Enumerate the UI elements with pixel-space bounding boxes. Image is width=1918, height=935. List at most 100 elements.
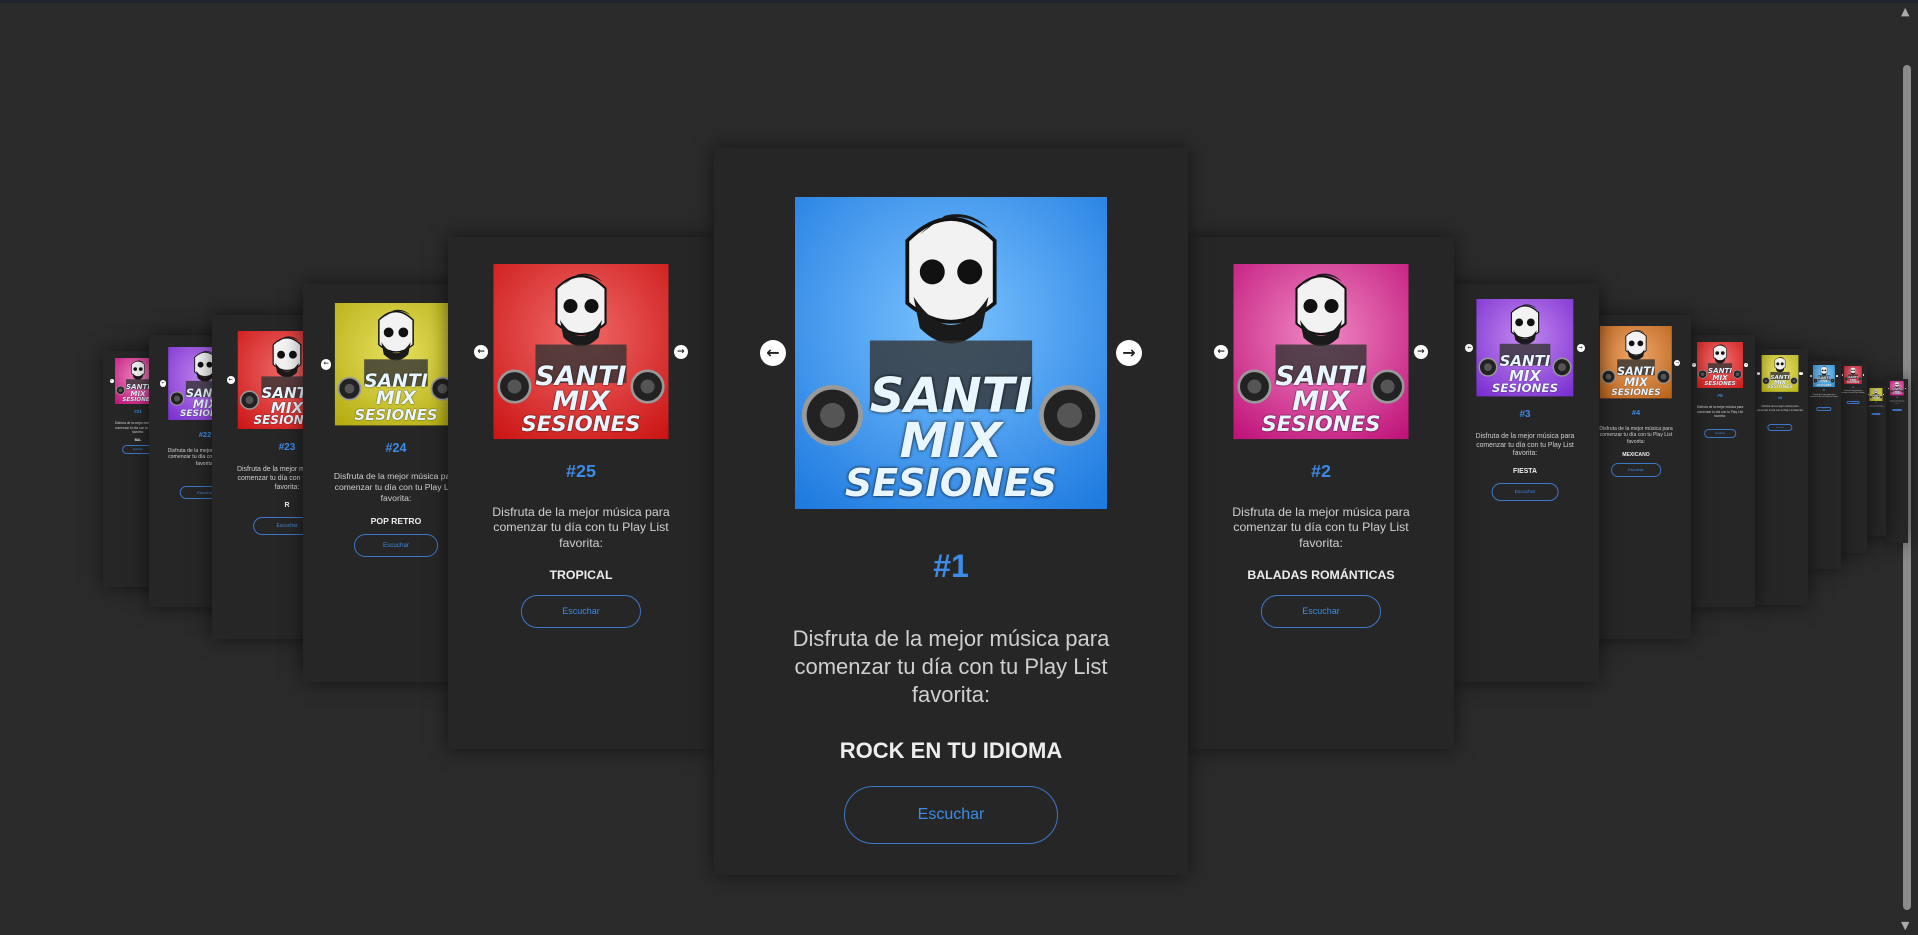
next-arrow-icon[interactable]: → [1835,374,1838,377]
playlist-number: #3 [1519,408,1531,420]
listen-button[interactable]: Escuchar [1846,400,1860,405]
playlist-genre: TROPICAL [549,568,613,583]
cover-logo-line: SESIONES [1846,380,1860,384]
next-arrow-icon[interactable]: → [673,344,689,360]
playlist-card[interactable]: SANTI MIX SESIONES #1 Disfruta de la mejor m… [714,148,1188,875]
previous-arrow-icon[interactable]: ← [1213,344,1229,360]
cover-logo-line: SANTI [535,360,627,392]
playlist-description: Disfruta de la mejor música para comenza… [1756,405,1804,412]
next-arrow-icon[interactable]: → [1799,371,1803,375]
next-arrow-icon[interactable]: → [1862,374,1865,376]
next-arrow-icon[interactable]: → [1413,344,1429,360]
cover-art: SANTI MIX SESIONES [1761,354,1799,392]
playlist-card[interactable]: SANTI MIX SESIONES #2 Disfruta de la mejor m… [1188,237,1454,749]
previous-arrow-icon[interactable]: ← [1757,371,1761,375]
cover-logo-text: SANTI MIX SESIONES [1476,354,1573,394]
previous-arrow-icon[interactable]: ← [1810,374,1813,377]
listen-button[interactable]: Escuchar [1767,424,1793,432]
previous-arrow-icon[interactable]: ← [321,359,332,370]
playlist-number: #2 [1311,461,1331,482]
cover-art: SANTI MIX SESIONES [334,303,458,426]
cover-logo-line: SESIONES [1871,399,1881,401]
playlist-number: #6 [1777,396,1783,401]
cover-logo-text: SANTI MIX SESIONES [493,360,668,435]
cover-art: SANTI MIX SESIONES [1812,364,1836,387]
next-arrow-icon[interactable]: → [1904,387,1906,390]
next-arrow-icon[interactable]: → [1576,343,1585,353]
playlist-card[interactable]: SANTI MIX SESIONES #25 Disfruta de la mejor … [448,237,714,749]
playlist-number: #5 [1717,394,1723,400]
cover-logo-text: SANTI MIX SESIONES [335,372,457,423]
cover-logo-text: SANTI MIX SESIONES [1844,376,1862,383]
playlist-number: #1 [933,548,969,584]
cover-art: SANTI MIX SESIONES [1599,326,1673,399]
playlist-description: Disfruta de la mejor música para comenza… [792,626,1110,707]
listen-button[interactable]: Escuchar [1816,406,1832,411]
scroll-up-icon[interactable]: ▲ [1901,6,1909,17]
previous-arrow-icon[interactable]: ← [1691,363,1696,368]
cover-logo-line: SESIONES [1261,411,1381,437]
listen-button[interactable]: Escuchar [844,786,1058,844]
cover-art: SANTI MIX SESIONES [1696,342,1744,389]
playlist-genre: FIESTA [1513,468,1537,476]
previous-arrow-icon[interactable]: ← [760,340,786,366]
playlist-card[interactable]: SANTI MIX SESIONES #10 Disfruta de la mejor … [1886,379,1908,543]
listen-button[interactable]: Escuchar [354,534,438,558]
next-arrow-icon[interactable]: → [1744,363,1749,368]
next-arrow-icon[interactable]: → [1674,359,1681,366]
playlist-description: Disfruta de la mejor música para comenza… [1696,405,1744,418]
scroll-down-icon[interactable]: ▼ [1901,920,1909,931]
playlist-card[interactable]: SANTI MIX SESIONES #8 Disfruta de la mejor m… [1839,363,1867,553]
listen-button[interactable]: Escuchar [1704,429,1736,438]
cover-logo-text: SANTI MIX SESIONES [1813,376,1835,387]
listen-button[interactable]: Escuchar [1491,483,1559,502]
playlist-card[interactable]: SANTIMIXSESIONES#9 Disfruta de la mejor m… [1866,386,1886,536]
next-arrow-icon[interactable]: → [1116,340,1142,366]
cover-logo-text: SANTI MIX SESIONES [1233,363,1408,437]
cover-logo-text: SANTI MIX SESIONES [1762,375,1799,391]
playlist-number: #9 [1875,402,1877,404]
playlist-genre: BALADAS ROMÁNTICAS [1247,568,1395,583]
playlist-card[interactable]: SANTI MIX SESIONES #3 Disfruta de la mejor m… [1451,284,1599,682]
playlist-description: Disfruta de la mejor música para comenza… [1868,406,1885,408]
cover-logo-line: SESIONES [1767,385,1793,391]
cover-art: SANTI MIX SESIONES [795,197,1107,509]
listen-button[interactable]: Escuchar [1892,408,1902,412]
playlist-number: #8 [1851,386,1855,389]
next-arrow-icon[interactable]: → [1882,394,1885,396]
cover-art: SANTI MIX SESIONES [1869,388,1883,402]
cover-logo-line: SESIONES [1491,380,1559,395]
playlist-card[interactable]: SANTI MIX SESIONES #7 Disfruta de la mejor m… [1807,361,1841,569]
listen-button[interactable]: Escuchar [520,595,642,628]
previous-arrow-icon[interactable]: ← [159,380,166,387]
cover-logo-line: SESIONES [1611,387,1661,398]
playlist-description: Disfruta de la mejor música para comenza… [1599,425,1673,445]
cover-art: SANTI MIX SESIONES [493,264,669,440]
cover-logo-text: SANTI MIX SESIONES [1890,389,1904,395]
listen-button[interactable]: Escuchar [1871,412,1881,416]
cover-logo-text: SANTI MIX SESIONES [795,372,1107,505]
cover-logo-line: SESIONES [1704,380,1736,387]
cover-art: SANTI MIX SESIONES [1889,381,1905,396]
listen-button[interactable]: Escuchar [1611,463,1661,477]
previous-arrow-icon[interactable]: ← [473,344,489,360]
playlist-card[interactable]: SANTI MIX SESIONES #6 Disfruta de la mejor m… [1752,349,1808,605]
previous-arrow-icon[interactable]: ← [1465,343,1474,353]
playlist-description: Disfruta de la mejor música para comenza… [1841,391,1865,394]
cover-logo-text: SANTI MIX SESIONES [1869,395,1882,401]
previous-arrow-icon[interactable]: ← [109,379,114,384]
playlist-description: Disfruta de la mejor música para comenza… [1889,401,1905,405]
cover-logo-line: SESIONES [1816,382,1832,387]
cover-logo-text: SANTI MIX SESIONES [1697,367,1743,387]
playlist-description: Disfruta de la mejor música para comenza… [1232,504,1410,551]
listen-button[interactable]: Escuchar [1260,595,1382,628]
playlist-number: #25 [566,461,596,482]
cover-logo-line: SESIONES [1892,392,1902,395]
playlist-card[interactable]: SANTI MIX SESIONES #5 Disfruta de la mejor m… [1685,335,1755,607]
cover-art: SANTI MIX SESIONES [1476,299,1574,397]
playlist-carousel: SANTI MIX SESIONES #10 Disfruta de la mejor … [0,3,1908,935]
playlist-number: #10 [1895,397,1899,399]
playlist-description: Disfruta de la mejor música para comenza… [492,504,670,551]
previous-arrow-icon[interactable]: ← [226,375,235,384]
cover-logo-line: SESIONES [844,460,1058,505]
